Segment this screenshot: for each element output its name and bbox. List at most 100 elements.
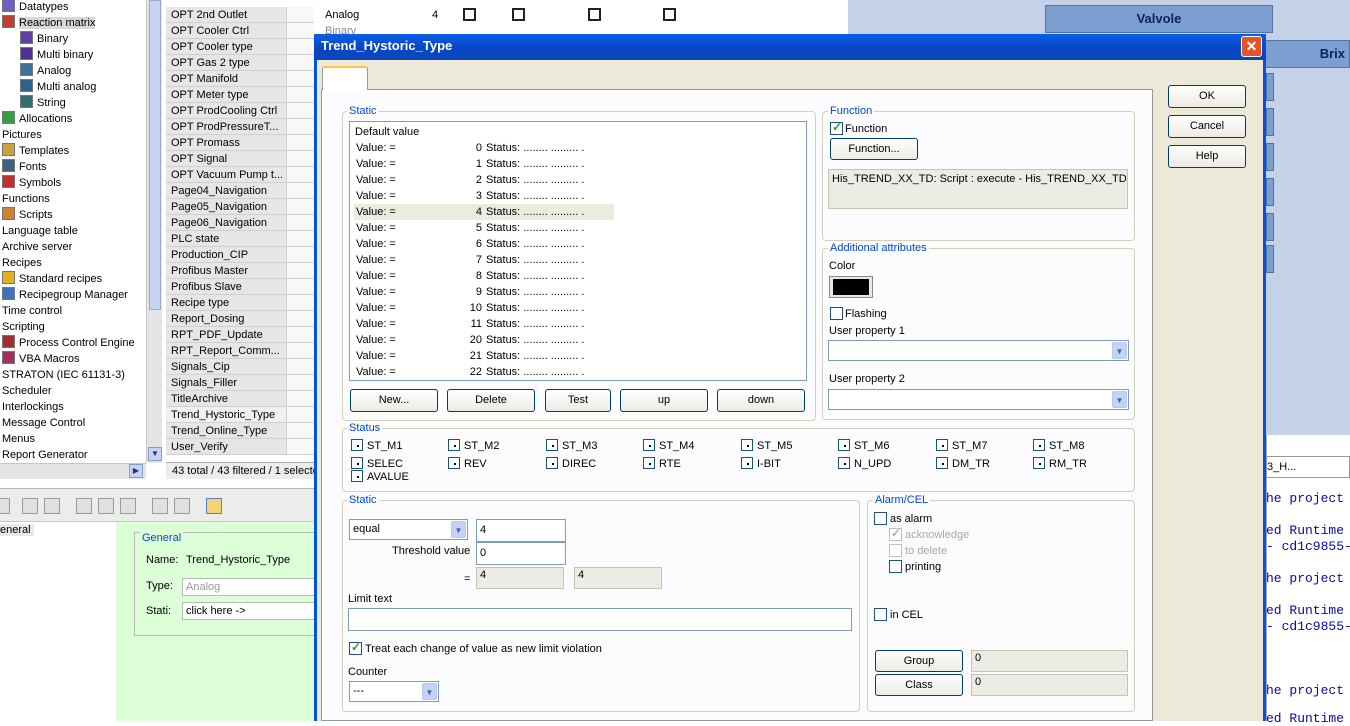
tree-item[interactable]: Archive server: [2, 239, 72, 255]
function-button[interactable]: Function...: [830, 138, 918, 160]
toolbar-icon[interactable]: [174, 498, 190, 514]
value-row[interactable]: Value: = 7 Status: ........ ......... .: [354, 252, 614, 268]
operator-select[interactable]: equal ▼: [349, 519, 468, 540]
list-item[interactable]: Recipe type: [166, 295, 286, 311]
value-row[interactable]: Value: = 22 Status: ........ ......... .: [354, 364, 614, 380]
tree-item[interactable]: Standard recipes: [2, 271, 102, 287]
tree-item[interactable]: Process Control Engine: [2, 335, 135, 351]
tree-item[interactable]: Datatypes: [2, 0, 69, 15]
value-row[interactable]: Value: = 0 Status: ........ ......... .: [354, 140, 614, 156]
tree-item[interactable]: Functions: [2, 191, 50, 207]
user-property-2-select[interactable]: ▼: [828, 389, 1129, 410]
close-button[interactable]: ✕: [1241, 36, 1262, 57]
canvas-element[interactable]: [1266, 73, 1274, 101]
cancel-button[interactable]: Cancel: [1168, 115, 1246, 138]
list-item[interactable]: Signals_Filler: [166, 375, 286, 391]
default-value-row[interactable]: Default value: [355, 124, 419, 140]
grid-checkbox[interactable]: [463, 8, 476, 21]
list-item[interactable]: Report_Dosing: [166, 311, 286, 327]
tree-item[interactable]: Reaction matrix: [2, 15, 96, 31]
tree-item[interactable]: Pictures: [2, 127, 42, 143]
threshold-input[interactable]: 0: [476, 542, 566, 565]
list-item[interactable]: OPT Manifold: [166, 71, 286, 87]
value-row[interactable]: Value: = 8 Status: ........ ......... .: [354, 268, 614, 284]
class-button[interactable]: Class: [875, 674, 963, 696]
status-checkbox[interactable]: [546, 457, 558, 469]
tree-item[interactable]: Scripts: [2, 207, 53, 223]
up-button[interactable]: up: [620, 389, 708, 412]
delete-button[interactable]: Delete: [447, 389, 535, 412]
grid-checkbox[interactable]: [512, 8, 525, 21]
list-item[interactable]: OPT Signal: [166, 151, 286, 167]
as-alarm-checkbox[interactable]: [874, 512, 887, 525]
value-row[interactable]: Value: = 6 Status: ........ ......... .: [354, 236, 614, 252]
tree-item[interactable]: VBA Macros: [2, 351, 80, 367]
canvas-element[interactable]: [1266, 143, 1274, 171]
value-row[interactable]: Value: = 9 Status: ........ ......... .: [354, 284, 614, 300]
list-item[interactable]: OPT Vacuum Pump t...: [166, 167, 286, 183]
valvole-element[interactable]: Valvole: [1045, 5, 1273, 33]
value-row[interactable]: Value: = 10 Status: ........ ......... .: [354, 300, 614, 316]
list-item[interactable]: RPT_Report_Comm...: [166, 343, 286, 359]
list-item[interactable]: User_Verify: [166, 439, 286, 455]
tree-item[interactable]: Message Control: [2, 415, 85, 431]
list-item[interactable]: Signals_Cip: [166, 359, 286, 375]
status-checkbox[interactable]: [741, 457, 753, 469]
operator-value-input[interactable]: 4: [476, 519, 566, 542]
list-item[interactable]: TitleArchive: [166, 391, 286, 407]
list-item[interactable]: PLC state: [166, 231, 286, 247]
list-item[interactable]: OPT ProdCooling Ctrl: [166, 103, 286, 119]
tree-item[interactable]: String: [20, 95, 66, 111]
list-item[interactable]: OPT Meter type: [166, 87, 286, 103]
list-item[interactable]: Trend_Online_Type: [166, 423, 286, 439]
tree-item[interactable]: Time control: [2, 303, 62, 319]
status-checkbox[interactable]: [546, 439, 558, 451]
status-checkbox[interactable]: [351, 457, 363, 469]
canvas-element[interactable]: [1266, 213, 1274, 241]
scroll-down-icon[interactable]: ▼: [148, 447, 162, 461]
tree-item[interactable]: Templates: [2, 143, 69, 159]
status-checkbox[interactable]: [351, 470, 363, 482]
value-row[interactable]: Value: = 2 Status: ........ ......... .: [354, 172, 614, 188]
toolbar-icon[interactable]: [98, 498, 114, 514]
test-button[interactable]: Test: [545, 389, 611, 412]
status-checkbox[interactable]: [1033, 457, 1045, 469]
list-item[interactable]: Page06_Navigation: [166, 215, 286, 231]
status-checkbox[interactable]: [838, 457, 850, 469]
tree-item[interactable]: Analog: [20, 63, 71, 79]
canvas-element[interactable]: [1266, 245, 1274, 273]
status-checkbox[interactable]: [741, 439, 753, 451]
user-property-1-select[interactable]: ▼: [828, 340, 1129, 361]
printing-checkbox[interactable]: [889, 560, 902, 573]
chevron-down-icon[interactable]: ▼: [422, 683, 437, 700]
value-row[interactable]: Value: = 4 Status: ........ ......... .: [354, 204, 614, 220]
tree-item[interactable]: Allocations: [2, 111, 72, 127]
tree-item[interactable]: Report Generator: [2, 447, 88, 463]
tree-item[interactable]: STRATON (IEC 61131-3): [2, 367, 125, 383]
chevron-down-icon[interactable]: ▼: [1112, 391, 1127, 408]
status-checkbox[interactable]: [936, 457, 948, 469]
counter-select[interactable]: --- ▼: [349, 681, 439, 702]
tree-item[interactable]: Scheduler: [2, 383, 52, 399]
value-row[interactable]: Value: = 5 Status: ........ ......... .: [354, 220, 614, 236]
new-button[interactable]: New...: [350, 389, 438, 412]
status-checkbox[interactable]: [643, 439, 655, 451]
tree-item[interactable]: Scripting: [2, 319, 45, 335]
tree-vertical-scrollbar[interactable]: ▼: [146, 0, 162, 463]
list-item[interactable]: OPT 2nd Outlet: [166, 7, 286, 23]
tree-item[interactable]: Interlockings: [2, 399, 64, 415]
down-button[interactable]: down: [717, 389, 805, 412]
list-item[interactable]: Profibus Slave: [166, 279, 286, 295]
canvas-element[interactable]: [1266, 108, 1274, 136]
favorite-icon[interactable]: [22, 498, 38, 514]
list-item[interactable]: OPT Cooler Ctrl: [166, 23, 286, 39]
to-delete-checkbox[interactable]: [889, 544, 902, 557]
tree-item[interactable]: Fonts: [2, 159, 47, 175]
treat-change-checkbox[interactable]: [349, 640, 362, 655]
chevron-down-icon[interactable]: ▼: [1112, 342, 1127, 359]
toolbar-icon[interactable]: [0, 498, 10, 514]
list-item[interactable]: Trend_Hystoric_Type: [166, 407, 286, 423]
toolbar-icon[interactable]: [44, 498, 60, 514]
name-field[interactable]: Trend_Hystoric_Type: [182, 551, 314, 569]
chevron-down-icon[interactable]: ▼: [451, 521, 466, 538]
